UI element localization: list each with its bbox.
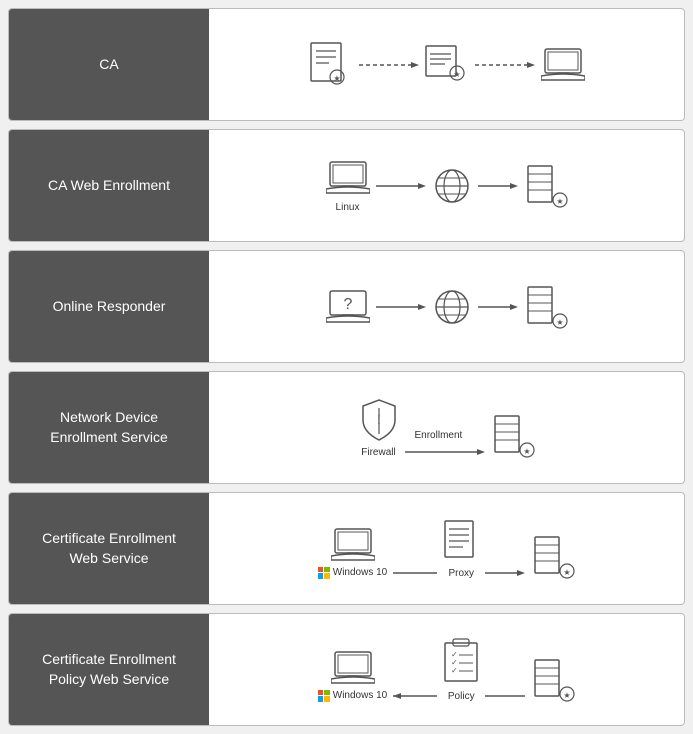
svg-text:✓: ✓ <box>451 666 458 675</box>
windows-logo-icon <box>318 567 330 579</box>
cepws-policy-icon: ✓ ✓ ✓ Policy <box>443 638 479 702</box>
cews-label: Certificate Enrollment Web Service <box>9 493 209 604</box>
ca-laptop-icon <box>541 46 585 84</box>
caw-laptop-icon: Linux <box>326 159 370 213</box>
or-globe-icon <box>432 287 472 327</box>
ca-web-label: CA Web Enrollment <box>9 130 209 241</box>
ca-row: CA ★ <box>8 8 685 121</box>
svg-text:★: ★ <box>523 447 530 456</box>
cepws-row: Certificate Enrollment Policy Web Servic… <box>8 613 685 726</box>
ndes-server-icon: ★ <box>491 414 535 458</box>
caw-server-icon: ★ <box>524 164 568 208</box>
ca-document-icon: ★ <box>309 41 353 89</box>
ca-label: CA <box>9 9 209 120</box>
svg-text:?: ? <box>343 296 352 313</box>
ndes-firewall-icon: ! Firewall <box>359 398 399 458</box>
cews-server-icon: ★ <box>531 535 575 579</box>
ca-diagram: ★ ★ <box>209 9 684 120</box>
cepws-diagram: Windows 10 ✓ ✓ <box>209 614 684 725</box>
cews-row: Certificate Enrollment Web Service Windo… <box>8 492 685 605</box>
online-responder-row: Online Responder ? <box>8 250 685 363</box>
svg-text:★: ★ <box>556 197 563 206</box>
or-server-icon: ★ <box>524 285 568 329</box>
ndes-label: Network Device Enrollment Service <box>9 372 209 483</box>
ca-web-diagram: Linux <box>209 130 684 241</box>
online-responder-label: Online Responder <box>9 251 209 362</box>
ca-cert-icon: ★ <box>425 45 469 85</box>
ca-web-row: CA Web Enrollment Linux <box>8 129 685 242</box>
ndes-row: Network Device Enrollment Service ! Fire… <box>8 371 685 484</box>
cepws-laptop-icon: Windows 10 <box>318 649 387 702</box>
online-responder-diagram: ? <box>209 251 684 362</box>
svg-text:!: ! <box>377 411 381 427</box>
svg-text:★: ★ <box>564 691 571 700</box>
or-laptop-icon: ? <box>326 288 370 326</box>
cepws-server-icon: ★ <box>531 658 575 702</box>
svg-text:★: ★ <box>333 74 340 83</box>
cepws-label: Certificate Enrollment Policy Web Servic… <box>9 614 209 725</box>
caw-globe-icon <box>432 166 472 206</box>
cews-laptop-icon: Windows 10 <box>318 526 387 579</box>
cews-diagram: Windows 10 Proxy <box>209 493 684 604</box>
svg-text:★: ★ <box>556 318 563 327</box>
cews-proxy-icon: Proxy <box>443 519 479 579</box>
svg-text:★: ★ <box>453 70 460 79</box>
svg-text:★: ★ <box>564 568 571 577</box>
windows-logo-icon-2 <box>318 690 330 702</box>
ndes-diagram: ! Firewall Enrollment <box>209 372 684 483</box>
